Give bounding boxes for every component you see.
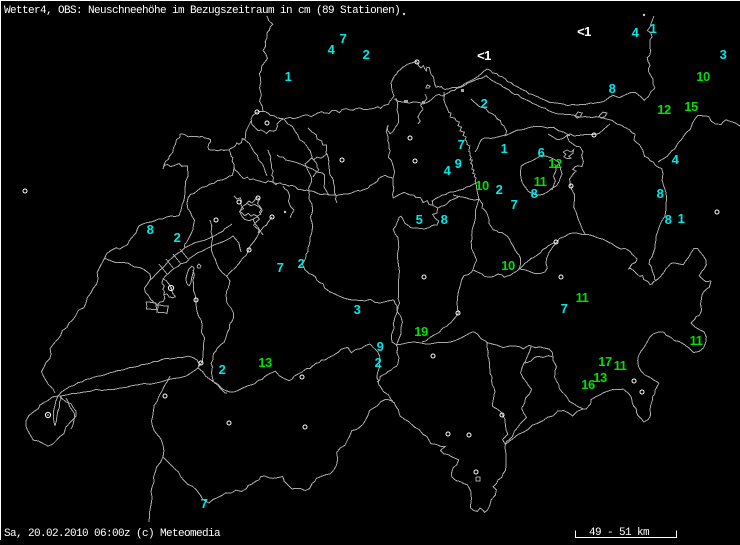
svg-text:7: 7 [511, 197, 518, 212]
svg-text:17: 17 [598, 354, 612, 369]
svg-text:8: 8 [665, 212, 672, 227]
svg-text:13: 13 [593, 370, 607, 385]
svg-text:<1: <1 [477, 48, 491, 63]
svg-text:1: 1 [678, 211, 685, 226]
svg-text:7: 7 [201, 496, 208, 511]
svg-text:3: 3 [720, 47, 727, 62]
svg-text:19: 19 [414, 324, 428, 339]
svg-text:2: 2 [219, 362, 226, 377]
svg-text:7: 7 [561, 301, 568, 316]
svg-text:2: 2 [496, 182, 503, 197]
svg-text:8: 8 [609, 81, 616, 96]
svg-text:7: 7 [458, 137, 465, 152]
svg-text:1: 1 [285, 69, 292, 84]
svg-text:10: 10 [501, 258, 515, 273]
svg-text:2: 2 [363, 47, 370, 62]
svg-text:11: 11 [534, 174, 547, 189]
svg-text:11: 11 [614, 358, 627, 373]
svg-text:15: 15 [684, 99, 698, 114]
svg-text:5: 5 [416, 212, 423, 227]
svg-text:9: 9 [377, 339, 384, 354]
svg-text:12: 12 [657, 102, 671, 117]
svg-text:12: 12 [548, 156, 562, 171]
svg-text:10: 10 [696, 69, 710, 84]
svg-text:8: 8 [657, 186, 664, 201]
svg-text:11: 11 [576, 290, 589, 305]
svg-text:1: 1 [650, 21, 657, 36]
svg-text:9: 9 [455, 156, 462, 171]
svg-text:13: 13 [258, 355, 272, 370]
svg-text:16: 16 [581, 377, 595, 392]
svg-text:Wetter4, OBS: Neuschneehöhe im: Wetter4, OBS: Neuschneehöhe im Bezugszei… [4, 5, 400, 17]
svg-text:8: 8 [441, 212, 448, 227]
svg-text:2: 2 [174, 230, 181, 245]
svg-text:2: 2 [298, 256, 305, 271]
svg-text:8: 8 [147, 222, 154, 237]
svg-text:10: 10 [475, 178, 489, 193]
svg-text:6: 6 [538, 145, 545, 160]
svg-text:11: 11 [690, 333, 703, 348]
svg-text:2: 2 [481, 96, 488, 111]
svg-text:Sa, 20.02.2010 06:00z (c) Mete: Sa, 20.02.2010 06:00z (c) Meteomedia [4, 528, 221, 540]
svg-text:3: 3 [354, 302, 361, 317]
svg-text:<1: <1 [577, 24, 591, 39]
svg-text:7: 7 [277, 260, 284, 275]
svg-text:7: 7 [340, 31, 347, 46]
svg-text:2: 2 [375, 355, 382, 370]
svg-text:1: 1 [501, 141, 508, 156]
